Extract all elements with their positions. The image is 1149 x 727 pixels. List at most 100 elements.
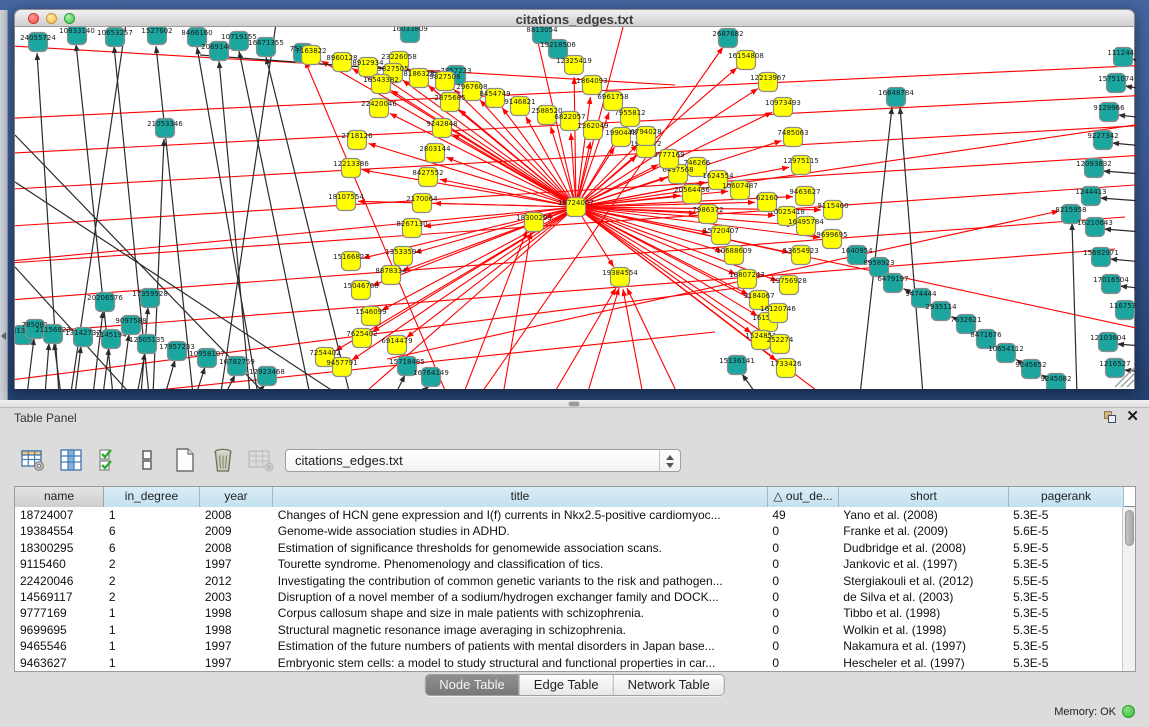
table-row[interactable]: 946554611997Estimation of the future num… <box>15 638 1123 654</box>
table-cell[interactable]: Investigating the contribution of common… <box>273 573 768 589</box>
new-table-icon[interactable] <box>172 447 198 473</box>
table-row[interactable]: 1938455462009Genome-wide association stu… <box>15 523 1123 539</box>
window-titlebar[interactable]: citations_edges.txt <box>14 9 1135 27</box>
table-row[interactable]: 969969511998Structural magnetic resonanc… <box>15 622 1123 638</box>
table-cell[interactable]: 2003 <box>200 589 273 605</box>
table-cell[interactable]: Yano et al. (2008) <box>838 507 1008 523</box>
table-cell[interactable]: 2 <box>104 589 200 605</box>
table-vertical-scrollbar[interactable] <box>1122 507 1135 671</box>
table-cell[interactable]: 2012 <box>200 573 273 589</box>
table-cell[interactable]: Estimation of significance thresholds fo… <box>273 540 768 556</box>
table-cell[interactable]: 0 <box>767 605 838 621</box>
table-cell[interactable]: Disruption of a novel member of a sodium… <box>273 589 768 605</box>
scrollbar-thumb[interactable] <box>1125 510 1134 546</box>
resize-grip-icon[interactable] <box>1127 380 1134 387</box>
table-settings-icon[interactable] <box>20 447 46 473</box>
table-cell[interactable]: 5.3E-5 <box>1008 556 1123 572</box>
table-cell[interactable]: Structural magnetic resonance image aver… <box>273 622 768 638</box>
tab-node-table[interactable]: Node Table <box>425 675 520 695</box>
tab-network-table[interactable]: Network Table <box>614 675 724 695</box>
table-cell[interactable]: 49 <box>767 507 838 523</box>
table-selector-dropdown[interactable]: citations_edges.txt <box>285 449 681 472</box>
table-cell[interactable]: 2009 <box>200 523 273 539</box>
table-cell[interactable]: 5.3E-5 <box>1008 589 1123 605</box>
table-cell[interactable]: 1997 <box>200 655 273 671</box>
column-header-name[interactable]: name <box>15 487 104 507</box>
table-cell[interactable]: 0 <box>767 556 838 572</box>
table-cell[interactable]: Nakamura et al. (1997) <box>838 638 1008 654</box>
table-cell[interactable]: 2 <box>104 573 200 589</box>
table-row[interactable]: 946362711997Embryonic stem cells: a mode… <box>15 655 1123 671</box>
table-cell[interactable]: Estimation of the future numbers of pati… <box>273 638 768 654</box>
column-header-year[interactable]: year <box>200 487 273 507</box>
close-panel-icon[interactable]: ✕ <box>1126 408 1139 426</box>
table-cell[interactable]: Jankovic et al. (1997) <box>838 556 1008 572</box>
divider-grip-icon[interactable] <box>569 402 579 406</box>
table-cell[interactable]: 5.3E-5 <box>1008 638 1123 654</box>
table-cell[interactable]: 2008 <box>200 507 273 523</box>
table-cell[interactable]: Embryonic stem cells: a model to study s… <box>273 655 768 671</box>
table-cell[interactable]: 0 <box>767 622 838 638</box>
table-cell[interactable]: Genome-wide association studies in ADHD. <box>273 523 768 539</box>
table-row[interactable]: 1456911722003Disruption of a novel membe… <box>15 589 1123 605</box>
table-cell[interactable]: 22420046 <box>15 573 104 589</box>
column-header-pagerank[interactable]: pagerank <box>1009 487 1124 507</box>
table-cell[interactable]: 14569117 <box>15 589 104 605</box>
table-cell[interactable]: Franke et al. (2009) <box>838 523 1008 539</box>
table-cell[interactable]: 0 <box>767 655 838 671</box>
column-header-short[interactable]: short <box>839 487 1009 507</box>
table-cell[interactable]: Wolkin et al. (1998) <box>838 622 1008 638</box>
table-cell[interactable]: 1 <box>104 605 200 621</box>
table-row[interactable]: 911546021997Tourette syndrome. Phenomeno… <box>15 556 1123 572</box>
table-cell[interactable]: 1 <box>104 507 200 523</box>
table-cell[interactable]: 5.3E-5 <box>1008 655 1123 671</box>
table-row[interactable]: 1872400712008Changes of HCN gene express… <box>15 507 1123 523</box>
table-cell[interactable]: 5.3E-5 <box>1008 605 1123 621</box>
table-cell[interactable]: 6 <box>104 523 200 539</box>
table-cell[interactable]: 5.9E-5 <box>1008 540 1123 556</box>
table-cell[interactable]: 9465546 <box>15 638 104 654</box>
table-cell[interactable]: 9777169 <box>15 605 104 621</box>
table-cell[interactable]: Tibbo et al. (1998) <box>838 605 1008 621</box>
panel-collapse-arrow-icon[interactable] <box>1 332 6 340</box>
table-cell[interactable]: 5.3E-5 <box>1008 507 1123 523</box>
table-cell[interactable]: de Silva et al. (2003) <box>838 589 1008 605</box>
table-row[interactable]: 977716911998Corpus callosum shape and si… <box>15 605 1123 621</box>
table-cell[interactable]: Changes of HCN gene expression and I(f) … <box>273 507 768 523</box>
tab-edge-table[interactable]: Edge Table <box>520 675 614 695</box>
left-panel-gutter[interactable] <box>0 10 8 400</box>
network-graph-canvas[interactable]: 2405572410833140106532571527602846616020… <box>14 27 1135 389</box>
table-cell[interactable]: 5.6E-5 <box>1008 523 1123 539</box>
table-cell[interactable]: 0 <box>767 523 838 539</box>
table-cell[interactable]: 6 <box>104 540 200 556</box>
panel-split-divider[interactable] <box>0 400 1149 408</box>
float-panel-icon[interactable] <box>1104 411 1117 424</box>
table-cell[interactable]: 18300295 <box>15 540 104 556</box>
table-cell[interactable]: 1997 <box>200 638 273 654</box>
delete-rows-trash-icon[interactable] <box>210 447 236 473</box>
row-selection-icon[interactable] <box>96 447 122 473</box>
table-cell[interactable]: 0 <box>767 573 838 589</box>
column-header-out_de[interactable]: △ out_de... <box>768 487 839 507</box>
table-cell[interactable]: 2 <box>104 556 200 572</box>
table-cell[interactable]: 18724007 <box>15 507 104 523</box>
column-header-title[interactable]: title <box>273 487 768 507</box>
table-row[interactable]: 1830029562008Estimation of significance … <box>15 540 1123 556</box>
table-cell[interactable]: 9115460 <box>15 556 104 572</box>
table-cell[interactable]: 9463627 <box>15 655 104 671</box>
table-cell[interactable]: Tourette syndrome. Phenomenology and cla… <box>273 556 768 572</box>
merge-tables-icon[interactable] <box>134 447 160 473</box>
table-cell[interactable]: 9699695 <box>15 622 104 638</box>
table-cell[interactable]: 19384554 <box>15 523 104 539</box>
table-cell[interactable]: Dudbridge et al. (2008) <box>838 540 1008 556</box>
column-visibility-icon[interactable] <box>58 447 84 473</box>
table-cell[interactable]: Stergiakouli et al. (2012) <box>838 573 1008 589</box>
table-cell[interactable]: 1 <box>104 655 200 671</box>
table-cell[interactable]: 1997 <box>200 556 273 572</box>
table-cell[interactable]: Corpus callosum shape and size in male p… <box>273 605 768 621</box>
table-cell[interactable]: 1 <box>104 622 200 638</box>
table-cell[interactable]: 5.3E-5 <box>1008 622 1123 638</box>
table-cell[interactable]: Hescheler et al. (1997) <box>838 655 1008 671</box>
table-cell[interactable]: 0 <box>767 540 838 556</box>
table-cell[interactable]: 1998 <box>200 622 273 638</box>
